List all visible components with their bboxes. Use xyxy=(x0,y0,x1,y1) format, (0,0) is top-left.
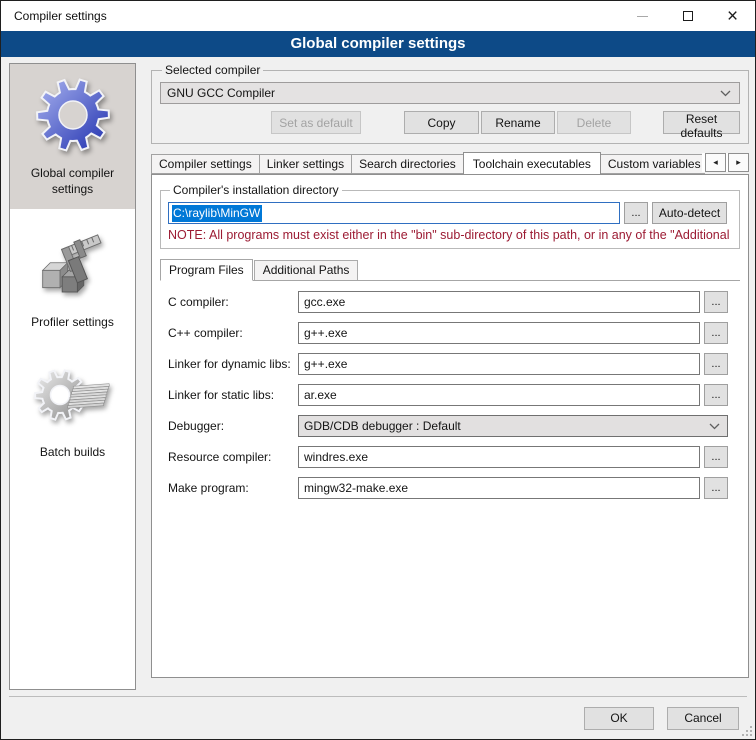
selected-path-text: C:\raylib\MinGW xyxy=(172,205,262,222)
chevron-down-icon xyxy=(720,90,731,97)
field-row-cpp-compiler: C++ compiler: ... xyxy=(168,322,728,344)
subtab-additional-paths[interactable]: Additional Paths xyxy=(254,260,359,280)
dialog-content: Global compiler settings xyxy=(1,57,755,739)
field-label: Make program: xyxy=(168,481,298,495)
tab-toolchain-executables[interactable]: Toolchain executables xyxy=(463,152,601,174)
program-files-form: C compiler: ... C++ compiler: ... Linker… xyxy=(160,291,740,499)
copy-button[interactable]: Copy xyxy=(404,111,479,134)
main-panel: Selected compiler GNU GCC Compiler Set a… xyxy=(151,63,749,678)
installation-directory-label: Compiler's installation directory xyxy=(170,183,342,197)
compiler-settings-dialog: Compiler settings × Global compiler sett… xyxy=(0,0,756,740)
debugger-select-value: GDB/CDB debugger : Default xyxy=(304,419,709,433)
maximize-icon xyxy=(683,11,693,21)
tab-compiler-settings[interactable]: Compiler settings xyxy=(151,154,260,174)
selected-compiler-label: Selected compiler xyxy=(162,63,263,77)
sidebar-item-global-compiler-settings[interactable]: Global compiler settings xyxy=(10,64,135,209)
sidebar-item-batch-builds[interactable]: Batch builds xyxy=(10,351,135,473)
caliper-icon xyxy=(34,227,112,310)
cancel-button[interactable]: Cancel xyxy=(667,707,739,730)
browse-directory-button[interactable]: ... xyxy=(624,202,648,224)
resize-grip[interactable] xyxy=(742,726,753,737)
field-label: C++ compiler: xyxy=(168,326,298,340)
static-linker-input[interactable] xyxy=(298,384,700,406)
installation-directory-input[interactable]: C:\raylib\MinGW xyxy=(168,202,620,224)
tab-custom-variables[interactable]: Custom variables xyxy=(600,154,705,174)
compiler-actions: Set as default Copy Rename Delete Reset … xyxy=(160,111,740,134)
tab-scroll-left-button[interactable]: ◂ xyxy=(705,153,726,172)
auto-detect-button[interactable]: Auto-detect xyxy=(652,202,727,224)
subtab-program-files[interactable]: Program Files xyxy=(160,259,253,281)
dynamic-linker-input[interactable] xyxy=(298,353,700,375)
ok-button[interactable]: OK xyxy=(584,707,654,730)
installation-directory-group: Compiler's installation directory C:\ray… xyxy=(160,183,740,249)
field-row-resource-compiler: Resource compiler: ... xyxy=(168,446,728,468)
maximize-button[interactable] xyxy=(665,1,710,31)
field-row-static-linker: Linker for static libs: ... xyxy=(168,384,728,406)
field-label: Debugger: xyxy=(168,419,298,433)
tab-scroll-right-button[interactable]: ▸ xyxy=(728,153,749,172)
make-program-input[interactable] xyxy=(298,477,700,499)
tab-search-directories[interactable]: Search directories xyxy=(351,154,464,174)
field-row-debugger: Debugger: GDB/CDB debugger : Default xyxy=(168,415,728,437)
field-label: Linker for dynamic libs: xyxy=(168,357,298,371)
gear-paper-stack-icon xyxy=(34,361,112,440)
sidebar-item-label: Batch builds xyxy=(40,445,105,461)
dialog-footer: OK Cancel xyxy=(9,696,747,739)
sidebar-item-label: Profiler settings xyxy=(31,315,114,331)
c-compiler-input[interactable] xyxy=(298,291,700,313)
arrow-right-icon: ▸ xyxy=(736,157,741,168)
delete-button[interactable]: Delete xyxy=(557,111,631,134)
field-row-make-program: Make program: ... xyxy=(168,477,728,499)
reset-defaults-button[interactable]: Reset defaults xyxy=(663,111,740,134)
titlebar: Compiler settings × xyxy=(1,1,755,31)
close-icon: × xyxy=(727,7,738,26)
make-program-browse-button[interactable]: ... xyxy=(704,477,728,499)
chevron-down-icon xyxy=(709,423,720,430)
compiler-select-value: GNU GCC Compiler xyxy=(167,86,720,100)
dynamic-linker-browse-button[interactable]: ... xyxy=(704,353,728,375)
minimize-icon xyxy=(637,16,648,17)
window-title: Compiler settings xyxy=(1,9,620,23)
resource-compiler-input[interactable] xyxy=(298,446,700,468)
field-label: Linker for static libs: xyxy=(168,388,298,402)
set-as-default-button[interactable]: Set as default xyxy=(271,111,361,134)
tab-scroll-buttons: ◂ ▸ xyxy=(702,153,749,172)
cpp-compiler-browse-button[interactable]: ... xyxy=(704,322,728,344)
installation-directory-row: C:\raylib\MinGW ... Auto-detect xyxy=(168,202,732,224)
field-label: Resource compiler: xyxy=(168,450,298,464)
debugger-select[interactable]: GDB/CDB debugger : Default xyxy=(298,415,728,437)
blue-gear-icon xyxy=(32,74,114,161)
c-compiler-browse-button[interactable]: ... xyxy=(704,291,728,313)
field-row-c-compiler: C compiler: ... xyxy=(168,291,728,313)
bin-subdirectory-note: NOTE: All programs must exist either in … xyxy=(168,228,732,242)
toolchain-executables-panel: Compiler's installation directory C:\ray… xyxy=(151,174,749,678)
tab-linker-settings[interactable]: Linker settings xyxy=(259,154,352,174)
sidebar-item-profiler-settings[interactable]: Profiler settings xyxy=(10,217,135,343)
minimize-button[interactable] xyxy=(620,1,665,31)
settings-sidebar: Global compiler settings xyxy=(9,63,136,690)
field-label: C compiler: xyxy=(168,295,298,309)
compiler-select[interactable]: GNU GCC Compiler xyxy=(160,82,740,104)
compiler-tabs: Compiler settings Linker settings Search… xyxy=(151,151,749,174)
sidebar-item-label: Global compiler settings xyxy=(12,166,133,197)
field-row-dynamic-linker: Linker for dynamic libs: ... xyxy=(168,353,728,375)
close-button[interactable]: × xyxy=(710,1,755,31)
static-linker-browse-button[interactable]: ... xyxy=(704,384,728,406)
rename-button[interactable]: Rename xyxy=(481,111,555,134)
resource-compiler-browse-button[interactable]: ... xyxy=(704,446,728,468)
page-title: Global compiler settings xyxy=(1,31,755,57)
cpp-compiler-input[interactable] xyxy=(298,322,700,344)
tab-list: Compiler settings Linker settings Search… xyxy=(151,151,705,174)
arrow-left-icon: ◂ xyxy=(713,157,718,168)
program-subtabs: Program Files Additional Paths xyxy=(160,258,740,281)
selected-compiler-group: Selected compiler GNU GCC Compiler Set a… xyxy=(151,63,749,144)
